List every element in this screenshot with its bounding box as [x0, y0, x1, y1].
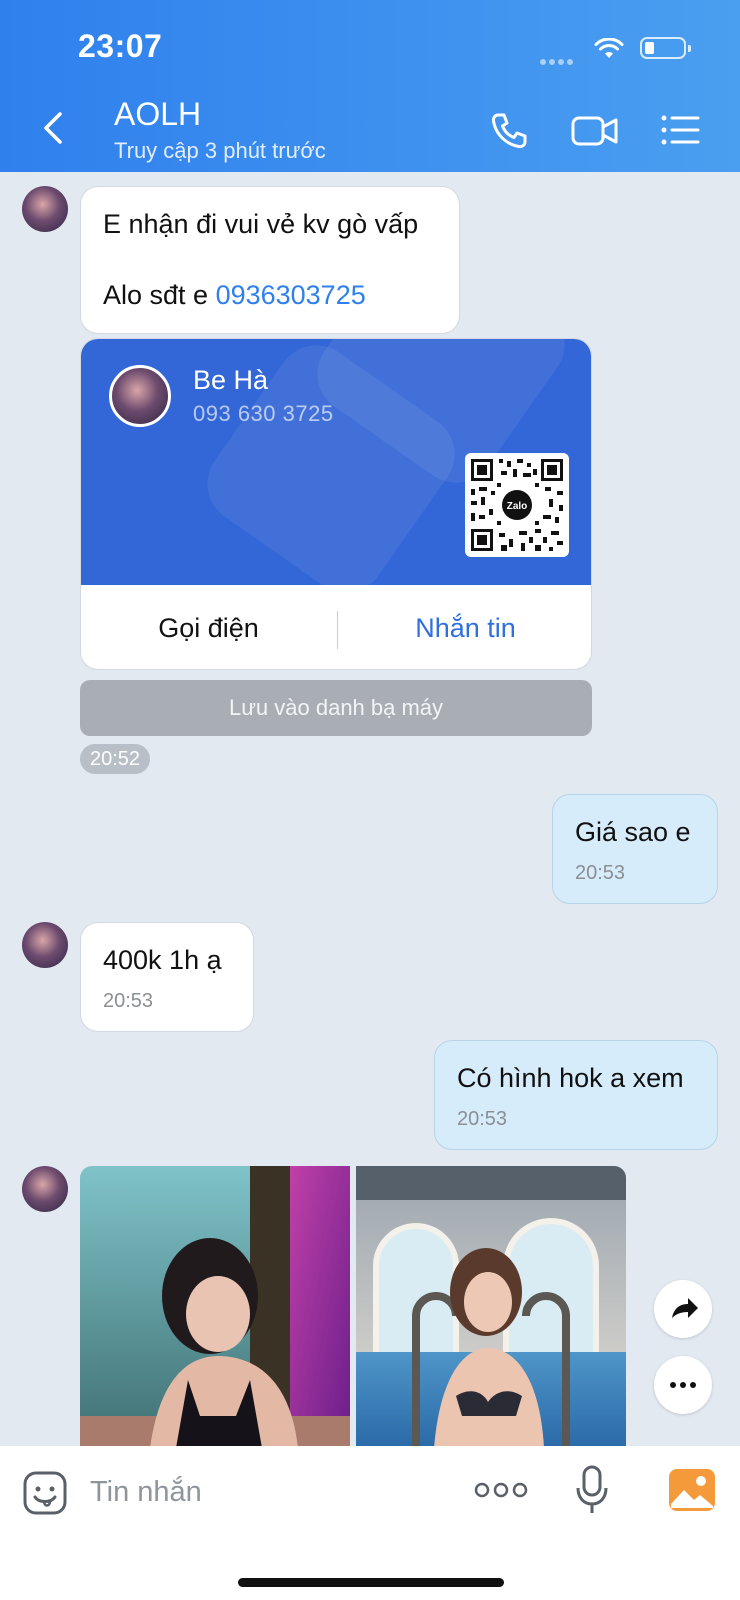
- message-text: Giá sao e: [575, 817, 691, 847]
- sticker-icon[interactable]: [22, 1470, 68, 1516]
- message-text: E nhận đi vui vẻ kv gò vấp: [103, 209, 419, 239]
- chat-title[interactable]: AOLH: [114, 96, 201, 133]
- contact-card-header: Be Hà 093 630 3725 Zalo: [81, 339, 591, 585]
- message-bubble[interactable]: 400k 1h ạ 20:53: [80, 922, 254, 1032]
- avatar[interactable]: [22, 922, 68, 968]
- save-contact-button[interactable]: Lưu vào danh bạ máy: [80, 680, 592, 736]
- photo-attachment[interactable]: [356, 1166, 626, 1448]
- contact-card-actions: Gọi điện Nhắn tin: [81, 585, 591, 669]
- battery-icon: [640, 37, 691, 59]
- cellular-signal-icon: [540, 52, 576, 70]
- photo-attachment[interactable]: [80, 1166, 350, 1448]
- message-bubble[interactable]: Giá sao e 20:53: [552, 794, 718, 904]
- message-bubble[interactable]: Có hình hok a xem 20:53: [434, 1040, 718, 1150]
- avatar[interactable]: [22, 1166, 68, 1212]
- avatar[interactable]: [22, 186, 68, 232]
- message-time: 20:53: [457, 1108, 508, 1130]
- contact-phone: 093 630 3725: [193, 401, 334, 426]
- message-time: 20:53: [103, 990, 154, 1012]
- mic-icon[interactable]: [574, 1464, 610, 1516]
- qr-code-icon: Zalo: [465, 453, 569, 557]
- message-input[interactable]: Tin nhắn: [90, 1476, 202, 1509]
- more-options-icon[interactable]: [474, 1480, 528, 1500]
- status-time: 23:07: [78, 28, 163, 64]
- qr-code: Zalo: [471, 459, 563, 551]
- share-icon: [672, 1298, 698, 1318]
- home-indicator: [238, 1578, 504, 1587]
- chevron-left-icon[interactable]: [38, 108, 68, 148]
- chat-header: 23:07 AOLH Truy cập 3 phút trước: [0, 0, 740, 172]
- message-input-bar: Tin nhắn: [0, 1446, 740, 1600]
- contact-card[interactable]: Be Hà 093 630 3725 Zalo Gọi điện Nhắn ti…: [80, 338, 592, 670]
- message-time: 20:53: [575, 862, 626, 884]
- share-button[interactable]: [654, 1280, 712, 1338]
- contact-name: Be Hà: [193, 365, 269, 395]
- wifi-icon: [594, 38, 624, 58]
- image-icon[interactable]: [668, 1468, 716, 1512]
- list-icon[interactable]: [660, 110, 700, 152]
- message-text: Alo sđt e 0936303725: [103, 280, 366, 310]
- more-button[interactable]: [654, 1356, 712, 1414]
- last-seen-status: Truy cập 3 phút trước: [114, 138, 326, 163]
- video-icon[interactable]: [570, 110, 620, 152]
- qr-brand: Zalo: [507, 501, 528, 512]
- call-button[interactable]: Gọi điện: [81, 585, 336, 669]
- phone-icon[interactable]: [488, 110, 530, 152]
- message-bubble[interactable]: E nhận đi vui vẻ kv gò vấp Alo sđt e 093…: [80, 186, 460, 334]
- message-time: 20:52: [80, 744, 150, 774]
- message-text: Có hình hok a xem: [457, 1063, 684, 1093]
- phone-link[interactable]: 0936303725: [216, 280, 366, 310]
- contact-avatar: [109, 365, 171, 427]
- message-text: 400k 1h ạ: [103, 945, 222, 975]
- send-message-button[interactable]: Nhắn tin: [338, 585, 591, 669]
- more-icon: [670, 1382, 696, 1388]
